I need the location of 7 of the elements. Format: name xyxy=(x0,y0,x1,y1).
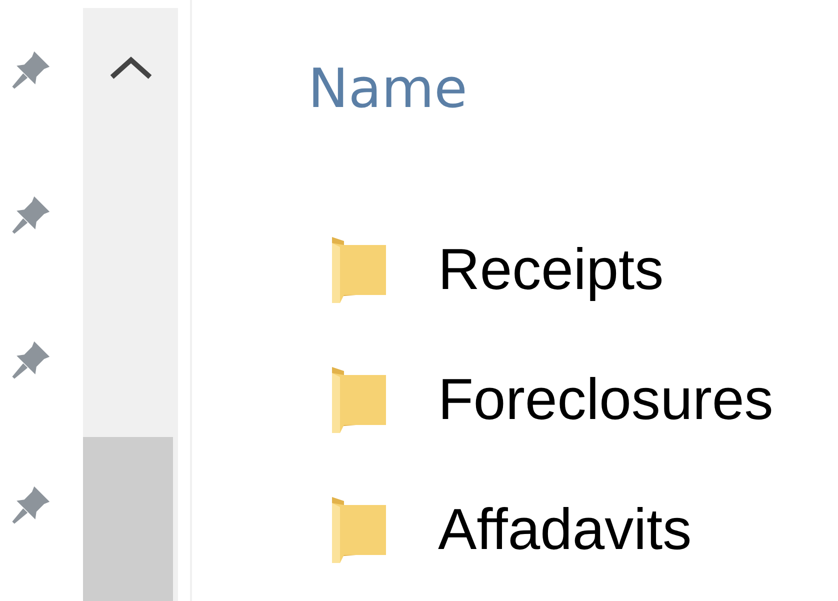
scrollbar-thumb[interactable] xyxy=(83,437,173,601)
folder-name[interactable]: Foreclosures xyxy=(438,366,774,432)
scrollbar[interactable] xyxy=(83,8,178,601)
folder-name[interactable]: Affadavits xyxy=(438,496,692,562)
column-header[interactable]: Name xyxy=(308,56,468,122)
folder-name[interactable]: Receipts xyxy=(438,236,664,302)
caret-icon[interactable] xyxy=(108,56,152,80)
